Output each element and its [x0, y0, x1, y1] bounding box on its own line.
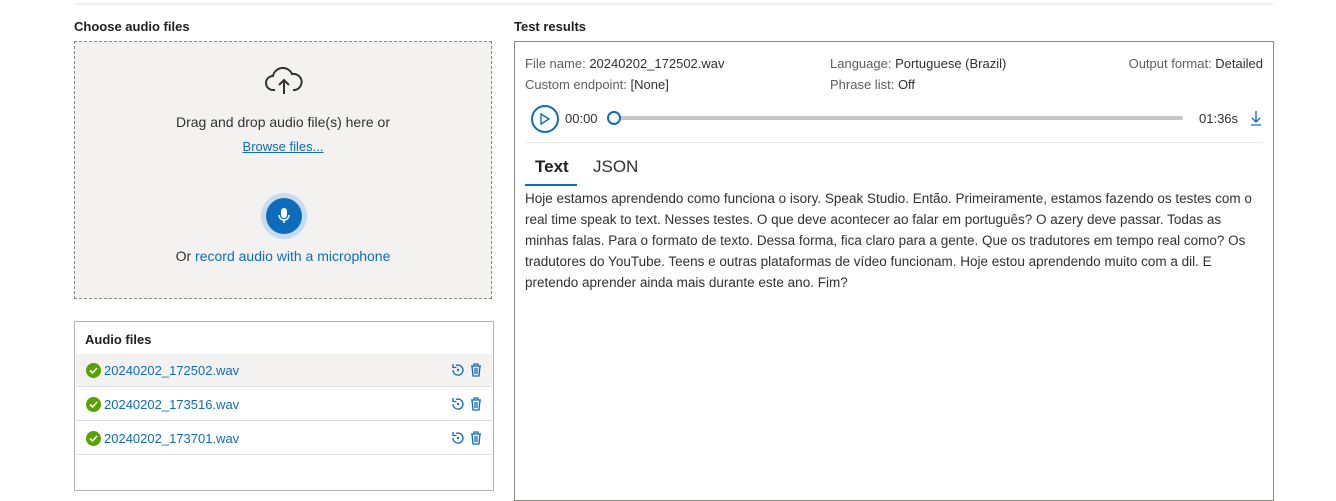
delete-icon[interactable]	[468, 396, 484, 412]
audio-file-name[interactable]: 20240202_173516.wav	[104, 397, 239, 412]
dropzone-instructions: Drag and drop audio file(s) here or	[175, 114, 390, 130]
phrase-list-label: Phrase list:	[830, 77, 895, 92]
duration: 01:36s	[1199, 111, 1239, 126]
output-format-value: Detailed	[1215, 56, 1263, 71]
test-results-panel: File name: 20240202_172502.wav Custom en…	[514, 41, 1274, 501]
transcript-text: Hoje estamos aprendendo como funciona o …	[525, 191, 1252, 290]
audio-file-row[interactable]: 20240202_172502.wav	[76, 354, 492, 387]
record-audio-link[interactable]: record audio with a microphone	[195, 248, 390, 264]
delete-icon[interactable]	[468, 430, 484, 446]
seek-track[interactable]	[613, 116, 1183, 120]
language-label: Language:	[830, 56, 892, 71]
play-icon	[540, 113, 550, 125]
download-icon[interactable]	[1249, 109, 1263, 127]
browse-files-link[interactable]: Browse files...	[75, 139, 491, 154]
audio-dropzone[interactable]: Drag and drop audio file(s) here or Brow…	[74, 41, 492, 299]
check-circle-icon	[86, 363, 101, 378]
current-time: 00:00	[565, 111, 598, 126]
rerun-icon[interactable]	[450, 430, 466, 446]
audio-file-row[interactable]: 20240202_173701.wav	[76, 422, 492, 455]
language-meta: Language: Portuguese (Brazil)	[830, 56, 1006, 71]
record-audio-text: Or record audio with a microphone	[75, 248, 491, 264]
audio-files-panel: Audio files 20240202_172502.wav 20240202…	[74, 321, 494, 491]
active-tab-indicator	[525, 184, 577, 186]
check-circle-icon	[86, 431, 101, 446]
player-divider	[525, 142, 1263, 143]
test-results-title: Test results	[514, 19, 587, 34]
choose-audio-title: Choose audio files	[74, 19, 190, 34]
record-microphone-button[interactable]	[266, 198, 302, 234]
delete-icon[interactable]	[468, 362, 484, 378]
file-name-label: File name:	[525, 56, 586, 71]
custom-endpoint-label: Custom endpoint:	[525, 77, 627, 92]
seek-thumb[interactable]	[607, 111, 621, 125]
cloud-upload-icon	[265, 66, 303, 94]
play-button[interactable]	[531, 105, 559, 133]
output-format-label: Output format:	[1128, 56, 1212, 71]
tab-json[interactable]: JSON	[593, 157, 638, 177]
audio-file-name[interactable]: 20240202_173701.wav	[104, 431, 239, 446]
file-name-meta: File name: 20240202_172502.wav	[525, 56, 725, 71]
phrase-list-value: Off	[897, 77, 916, 92]
record-prefix: Or	[175, 248, 196, 264]
audio-file-name[interactable]: 20240202_172502.wav	[104, 363, 239, 378]
audio-file-row[interactable]: 20240202_173516.wav	[76, 388, 492, 421]
top-card-edge	[74, 0, 1274, 3]
phrase-list-meta: Phrase list: Off	[830, 77, 915, 92]
custom-endpoint-value: [None]	[630, 77, 669, 92]
file-name-value: 20240202_172502.wav	[589, 56, 725, 71]
rerun-icon[interactable]	[450, 362, 466, 378]
output-format-meta: Output format: Detailed	[1129, 56, 1263, 71]
language-value: Portuguese (Brazil)	[895, 56, 1007, 71]
audio-files-header: Audio files	[85, 332, 152, 347]
custom-endpoint-meta: Custom endpoint: [None]	[525, 77, 669, 92]
microphone-icon	[278, 208, 290, 223]
rerun-icon[interactable]	[450, 396, 466, 412]
check-circle-icon	[86, 397, 101, 412]
tab-text[interactable]: Text	[535, 157, 569, 177]
